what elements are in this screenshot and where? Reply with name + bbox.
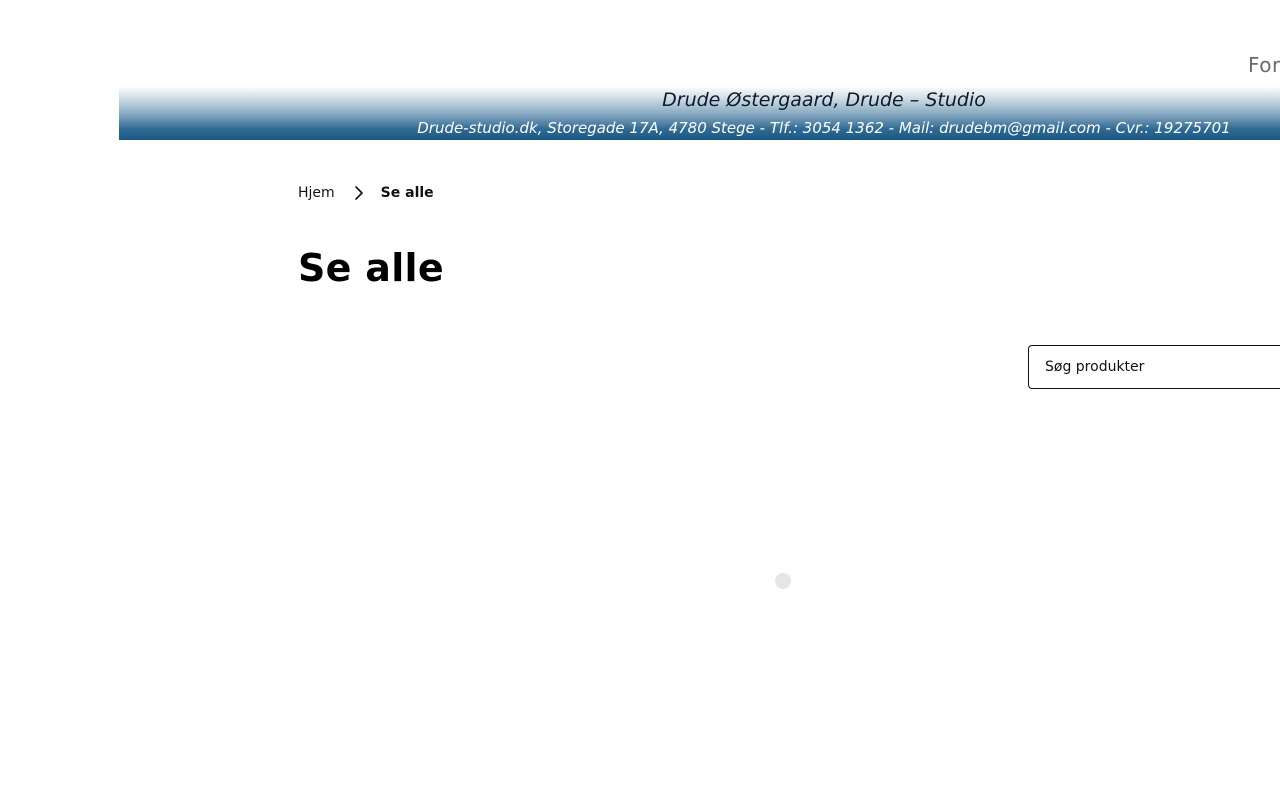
page: For Drude Østergaard, Drude – Studio Dru…: [0, 0, 1280, 800]
loading-spinner: [775, 573, 791, 589]
header-banner: Drude Østergaard, Drude – Studio Drude-s…: [119, 86, 1280, 140]
breadcrumb: Hjem Se alle: [298, 185, 434, 201]
top-nav-link[interactable]: For: [1248, 53, 1280, 77]
chevron-right-icon: [349, 185, 369, 201]
search-input[interactable]: [1028, 345, 1280, 389]
banner-title: Drude Østergaard, Drude – Studio: [662, 89, 986, 111]
banner-contact-info: Drude-studio.dk, Storegade 17A, 4780 Ste…: [417, 119, 1231, 137]
page-title: Se alle: [298, 246, 444, 290]
breadcrumb-home-link[interactable]: Hjem: [298, 185, 335, 201]
breadcrumb-current: Se alle: [380, 185, 434, 201]
